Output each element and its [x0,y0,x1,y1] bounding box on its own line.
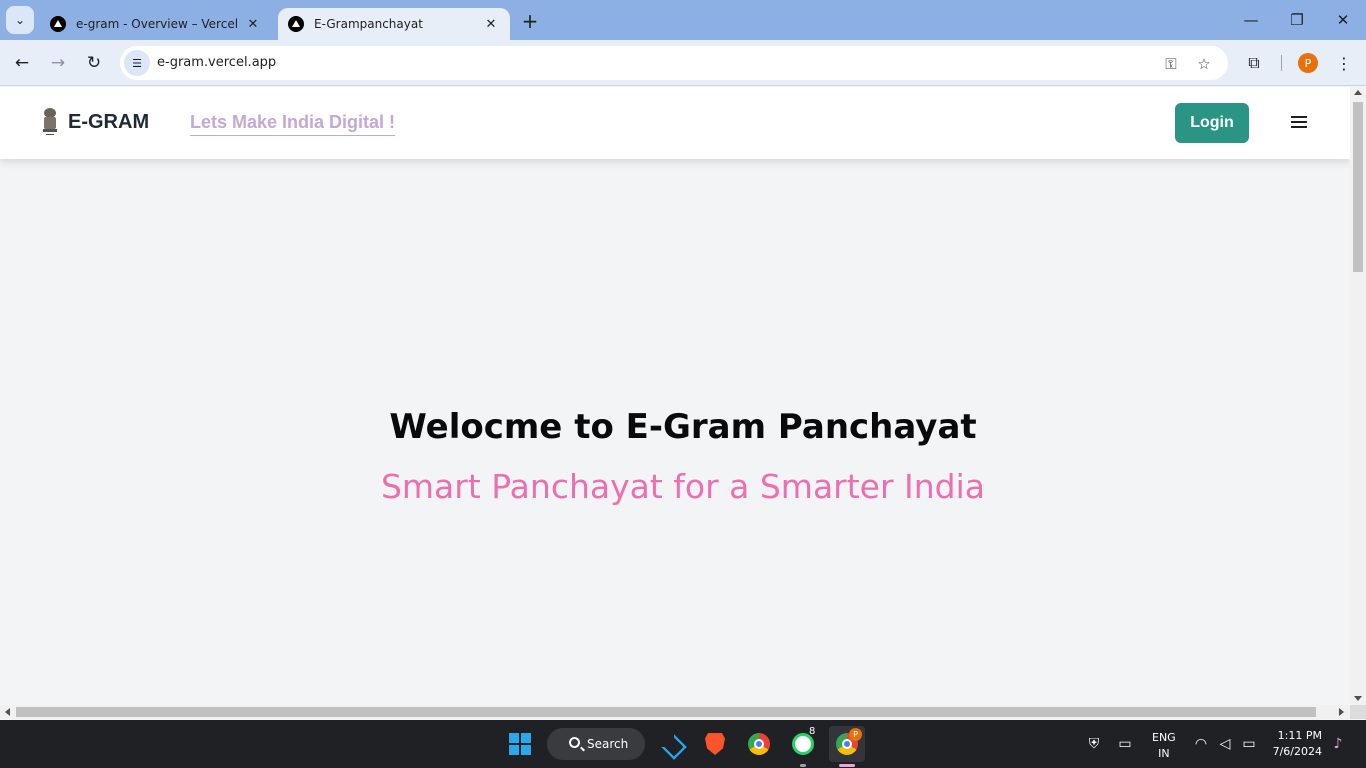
site-header: E-GRAM Lets Make India Digital ! Login [0,87,1350,159]
horizontal-scrollbar[interactable] [0,705,1350,719]
web-page: E-GRAM Lets Make India Digital ! Login W… [0,87,1350,705]
browser-tabstrip: ⌄ e-gram - Overview – Vercel ✕ E-Grampan… [0,0,1366,40]
tab-egrampanchayat[interactable]: E-Grampanchayat ✕ [278,8,510,40]
vercel-favicon-icon [288,16,304,32]
time-text: 1:11 PM [1277,729,1322,742]
tab-search-chevron-icon[interactable]: ⌄ [6,6,34,34]
language-indicator[interactable]: ENG IN [1152,730,1176,762]
region-code: IN [1158,747,1170,760]
keyboard-layout-icon[interactable]: ▭ [1115,734,1135,754]
hero-subtitle: Smart Panchayat for a Smarter India [380,467,986,506]
hamburger-menu-icon[interactable] [1288,113,1310,133]
notification-bell-icon[interactable]: ♪ [1328,734,1348,754]
profile-avatar[interactable]: P [1298,53,1318,73]
scroll-right-arrow-icon[interactable] [1339,708,1344,716]
search-icon [569,737,580,748]
kebab-menu-icon[interactable]: ⋮ [1331,50,1357,76]
search-label: Search [587,737,629,751]
close-window-button[interactable]: ✕ [1323,6,1363,34]
scroll-down-arrow-icon[interactable] [1354,696,1362,701]
bookmark-star-icon[interactable]: ☆ [1193,53,1215,75]
login-button[interactable]: Login [1175,103,1249,143]
chrome-active-indicator [839,764,855,767]
tab-title: e-gram - Overview – Vercel [76,17,239,31]
taskbar-search[interactable]: Search [547,728,645,760]
scroll-left-arrow-icon[interactable] [5,708,10,716]
site-tagline[interactable]: Lets Make India Digital ! [190,112,396,136]
national-emblem-icon [43,108,57,135]
chrome-profile-badge: P [849,728,862,741]
scrollbar-corner [1350,705,1366,719]
back-arrow-icon[interactable]: ← [8,49,36,77]
site-brand[interactable]: E-GRAM [68,111,149,134]
site-info-icon[interactable]: ☰ [124,50,150,76]
horizontal-scroll-thumb[interactable] [16,707,1316,717]
minimize-button[interactable]: — [1231,6,1271,34]
password-key-icon[interactable]: ⚿ [1160,53,1182,75]
whatsapp-icon[interactable]: 8 [785,726,821,762]
browser-toolbar: ← → ↻ ☰ e-gram.vercel.app ⚿ ☆ ⧉ ⋮ [0,40,1366,86]
extensions-puzzle-icon[interactable]: ⧉ [1241,50,1267,76]
address-bar[interactable]: ☰ e-gram.vercel.app ⚿ ☆ [120,46,1228,80]
chrome-icon[interactable] [741,726,777,762]
chrome-profile-icon[interactable]: P [829,726,865,762]
clock[interactable]: 1:11 PM 7/6/2024 [1268,728,1322,760]
brave-browser-icon[interactable] [697,726,733,762]
language-code: ENG [1152,731,1176,744]
hero-title: Welocme to E-Gram Panchayat [389,407,977,447]
tab-close-icon[interactable]: ✕ [244,15,262,33]
start-windows-icon[interactable] [502,726,538,762]
forward-arrow-icon[interactable]: → [44,49,72,77]
vscode-icon[interactable] [653,726,689,762]
tab-close-icon[interactable]: ✕ [482,15,500,33]
battery-icon[interactable]: ▭ [1239,734,1259,754]
windows-taskbar: Search 8 P ⛨ ▭ ENG IN ◠ ◁ ▭ 1:11 PM 7/6/… [0,720,1366,768]
vertical-scrollbar[interactable] [1350,87,1366,705]
vercel-favicon-icon [50,16,66,32]
new-tab-button[interactable]: + [518,9,542,33]
tab-vercel-overview[interactable]: e-gram - Overview – Vercel ✕ [40,8,272,40]
vertical-scroll-thumb[interactable] [1353,102,1363,272]
restore-button[interactable]: ❐ [1277,6,1317,34]
tab-title: E-Grampanchayat [314,17,423,31]
reload-icon[interactable]: ↻ [80,49,108,77]
url-text[interactable]: e-gram.vercel.app [157,55,276,70]
wifi-icon[interactable]: ◠ [1191,734,1211,754]
date-text: 7/6/2024 [1272,745,1322,758]
toolbar-divider [1281,55,1282,71]
whatsapp-notification-badge: 8 [809,726,816,737]
security-shield-icon[interactable]: ⛨ [1084,734,1104,754]
volume-icon[interactable]: ◁ [1215,734,1235,754]
scroll-up-arrow-icon[interactable] [1354,90,1362,95]
whatsapp-open-indicator [800,764,806,767]
